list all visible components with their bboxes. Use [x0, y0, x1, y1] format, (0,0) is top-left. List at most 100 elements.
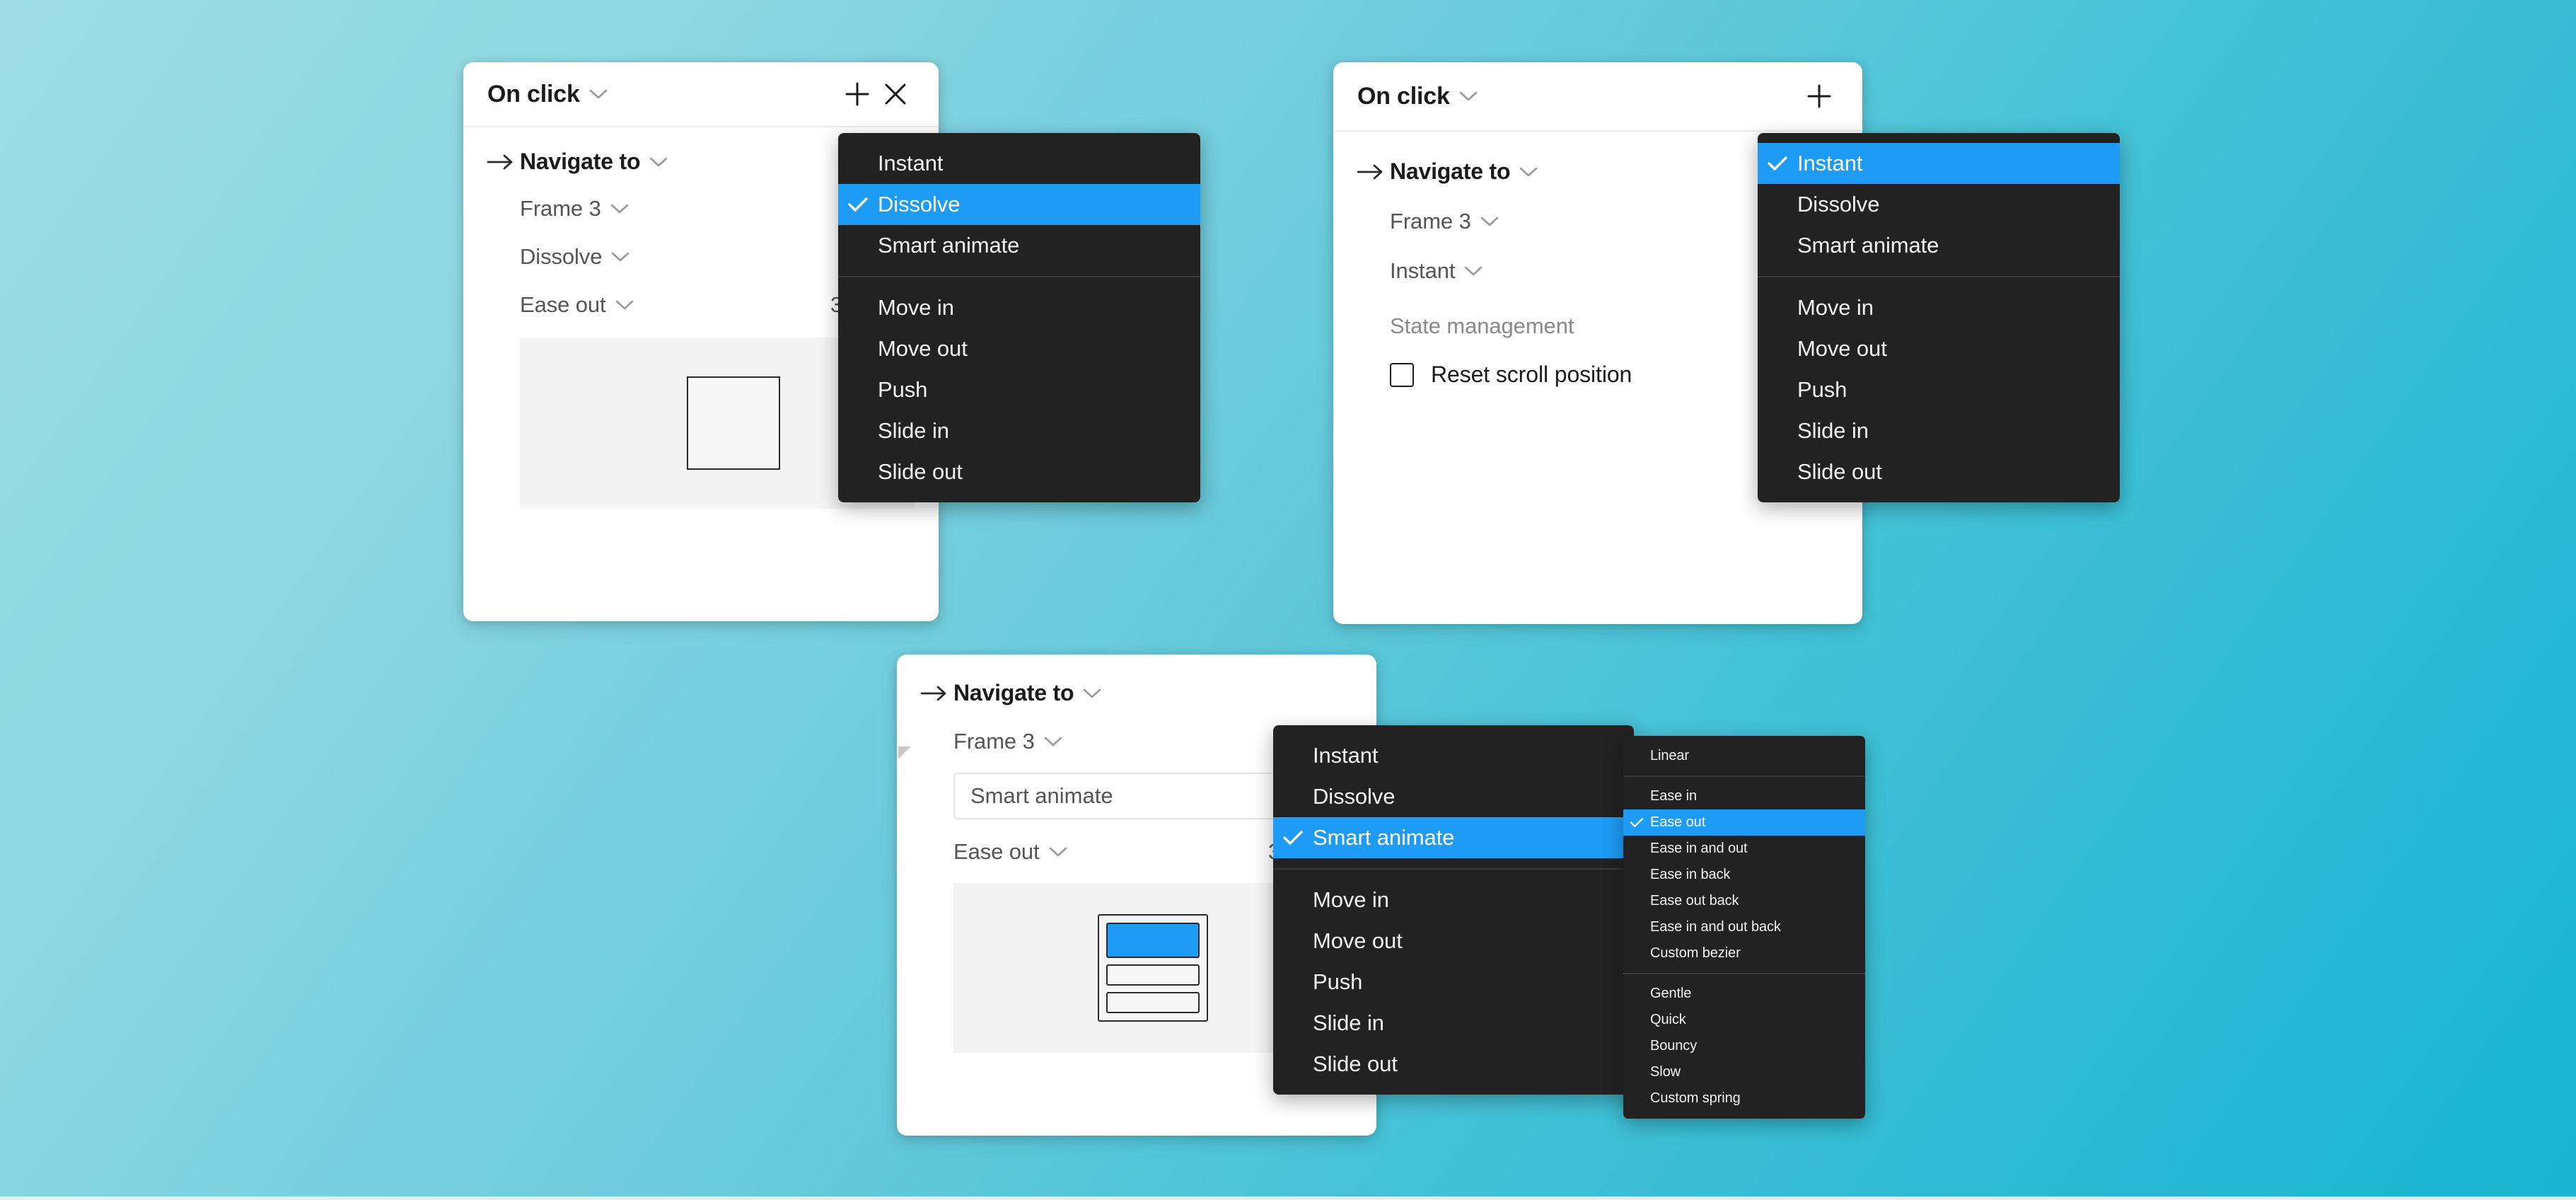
animation-dropdown-label[interactable]: Dissolve — [520, 244, 602, 270]
menu-item-dissolve[interactable]: Dissolve — [838, 184, 1200, 225]
menu-item-move-out[interactable]: Move out — [1758, 328, 2120, 369]
check-icon — [1758, 156, 1797, 171]
menu-item-ease-in-and-out-back[interactable]: Ease in and out back — [1623, 914, 1865, 940]
animation-dropdown-label[interactable]: Instant — [1390, 258, 1455, 284]
menu-item-dissolve[interactable]: Dissolve — [1758, 184, 2120, 225]
menu-item-move-in[interactable]: Move in — [1273, 879, 1634, 921]
check-icon — [1273, 933, 1313, 949]
menu-item-slide-out[interactable]: Slide out — [1273, 1044, 1634, 1085]
reset-scroll-checkbox[interactable] — [1390, 362, 1414, 387]
menu-item-smart-animate[interactable]: Smart animate — [1758, 225, 2120, 266]
state-management-label: State management — [1390, 313, 1574, 338]
menu-item-bouncy[interactable]: Bouncy — [1623, 1033, 1865, 1059]
preview-card-shape — [1098, 914, 1208, 1022]
check-icon — [838, 382, 878, 398]
menu-item-slow[interactable]: Slow — [1623, 1059, 1865, 1085]
menu-item-push[interactable]: Push — [838, 369, 1200, 410]
menu-item-ease-in[interactable]: Ease in — [1623, 783, 1865, 809]
menu-item-dissolve[interactable]: Dissolve — [1273, 776, 1634, 817]
trigger-dropdown-label[interactable]: On click — [1357, 83, 1450, 110]
chevron-down-icon[interactable] — [611, 251, 630, 262]
menu-item-slide-in[interactable]: Slide in — [838, 410, 1200, 451]
easing-dropdown-label[interactable]: Ease out — [520, 292, 606, 318]
check-icon — [838, 197, 878, 212]
destination-dropdown-label[interactable]: Frame 3 — [520, 196, 601, 221]
trigger-dropdown-label[interactable]: On click — [487, 81, 580, 108]
panel3-action-row[interactable]: Navigate to — [921, 680, 1352, 706]
menu-item-label: Move out — [1797, 336, 1887, 361]
menu-item-label: Push — [1313, 969, 1363, 994]
menu-item-instant[interactable]: Instant — [838, 143, 1200, 184]
menu-item-linear[interactable]: Linear — [1623, 743, 1865, 769]
menu-item-move-in[interactable]: Move in — [838, 287, 1200, 328]
menu-item-instant[interactable]: Instant — [1273, 735, 1634, 776]
menu-item-label: Dissolve — [878, 192, 961, 217]
check-icon — [838, 464, 878, 480]
destination-dropdown-label[interactable]: Frame 3 — [953, 729, 1035, 754]
menu-item-label: Ease in — [1650, 788, 1698, 804]
chevron-down-icon[interactable] — [589, 88, 608, 100]
menu-item-label: Slide in — [1797, 418, 1869, 443]
menu-item-move-in[interactable]: Move in — [1758, 287, 2120, 328]
destination-dropdown-label[interactable]: Frame 3 — [1390, 209, 1471, 234]
arrow-right-icon — [921, 686, 953, 701]
menu-item-gentle[interactable]: Gentle — [1623, 981, 1865, 1007]
menu-item-smart-animate[interactable]: Smart animate — [838, 225, 1200, 266]
menu-item-push[interactable]: Push — [1758, 369, 2120, 410]
action-dropdown-label[interactable]: Navigate to — [953, 680, 1074, 706]
menu-item-ease-in-back[interactable]: Ease in back — [1623, 862, 1865, 888]
menu-item-instant[interactable]: Instant — [1758, 143, 2120, 184]
chevron-down-icon[interactable] — [1464, 265, 1483, 277]
close-button[interactable] — [876, 75, 915, 113]
menu-item-label: Dissolve — [1313, 784, 1396, 809]
action-dropdown-label[interactable]: Navigate to — [520, 149, 640, 175]
check-icon — [1623, 1067, 1650, 1078]
add-interaction-button[interactable] — [838, 75, 876, 113]
menu-item-ease-out-back[interactable]: Ease out back — [1623, 888, 1865, 914]
menu-item-quick[interactable]: Quick — [1623, 1007, 1865, 1033]
menu-item-ease-out[interactable]: Ease out — [1623, 809, 1865, 836]
menu-item-ease-in-and-out[interactable]: Ease in and out — [1623, 836, 1865, 862]
arrow-right-icon — [487, 154, 520, 170]
easing-dropdown-label[interactable]: Ease out — [953, 839, 1040, 865]
preview-card-bar — [1106, 964, 1200, 986]
menu-item-custom-spring[interactable]: Custom spring — [1623, 1085, 1865, 1112]
chevron-down-icon[interactable] — [1519, 166, 1538, 178]
chevron-down-icon[interactable] — [1480, 216, 1499, 227]
menu-item-move-out[interactable]: Move out — [838, 328, 1200, 369]
menu-item-move-out[interactable]: Move out — [1273, 921, 1634, 962]
add-interaction-button[interactable] — [1800, 77, 1838, 115]
check-icon — [1273, 1015, 1313, 1031]
animation-menu-2[interactable]: Instant Dissolve Smart animate Move in M… — [1758, 133, 2120, 502]
menu-item-slide-out[interactable]: Slide out — [1758, 451, 2120, 492]
menu-item-slide-out[interactable]: Slide out — [838, 451, 1200, 492]
chevron-down-icon[interactable] — [1044, 736, 1062, 747]
menu-item-slide-in[interactable]: Slide in — [1758, 410, 2120, 451]
menu-separator — [1623, 775, 1865, 777]
preview-frame-shape — [687, 376, 780, 470]
chevron-down-icon[interactable] — [615, 299, 634, 311]
menu-item-label: Quick — [1650, 1012, 1686, 1027]
menu-item-smart-animate[interactable]: Smart animate — [1273, 817, 1634, 858]
panel2-header: On click — [1333, 62, 1862, 132]
check-icon — [1758, 197, 1797, 212]
chevron-down-icon[interactable] — [1083, 688, 1101, 699]
check-icon — [1623, 922, 1650, 933]
animation-menu-3[interactable]: Instant Dissolve Smart animate Move in M… — [1273, 725, 1634, 1095]
menu-separator — [1758, 276, 2120, 277]
chevron-down-icon[interactable] — [610, 203, 629, 214]
menu-separator — [1273, 868, 1634, 870]
menu-item-slide-in[interactable]: Slide in — [1273, 1003, 1634, 1044]
menu-item-custom-bezier[interactable]: Custom bezier — [1623, 940, 1865, 967]
menu-item-label: Smart animate — [878, 233, 1020, 258]
easing-menu[interactable]: Linear Ease in Ease out Ease in and out … — [1623, 736, 1865, 1119]
check-icon — [838, 423, 878, 439]
check-icon — [838, 300, 878, 316]
action-dropdown-label[interactable]: Navigate to — [1390, 158, 1510, 185]
chevron-down-icon[interactable] — [1459, 91, 1478, 102]
animation-menu-1[interactable]: Instant Dissolve Smart animate Move in M… — [838, 133, 1200, 502]
chevron-down-icon[interactable] — [649, 156, 668, 168]
preview-card-bar-accent — [1106, 923, 1200, 958]
chevron-down-icon[interactable] — [1049, 846, 1067, 858]
menu-item-push[interactable]: Push — [1273, 962, 1634, 1003]
